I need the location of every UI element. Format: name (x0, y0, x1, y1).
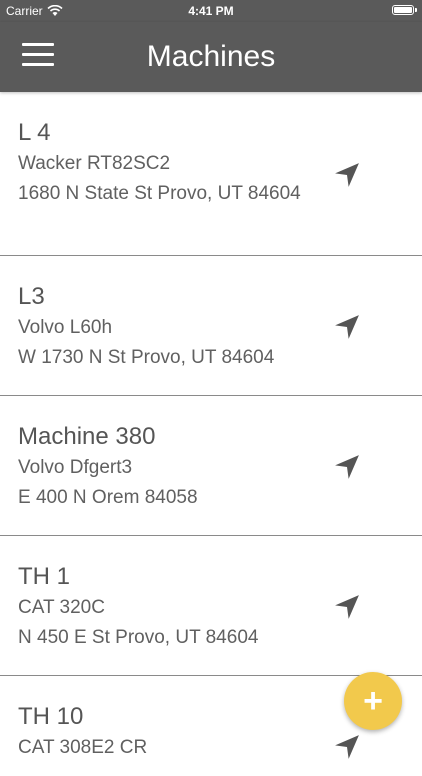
navigation-arrow-icon[interactable] (334, 594, 360, 620)
machine-name: L3 (18, 283, 45, 310)
nav-bar: Machines (0, 22, 422, 92)
machine-item[interactable]: Machine 380 Volvo Dfgert3 E 400 N Orem 8… (0, 396, 422, 536)
machine-model: CAT 320C (18, 597, 105, 618)
machine-model: Volvo L60h (18, 317, 113, 338)
machine-model: Wacker RT82SC2 (18, 153, 171, 174)
machine-name: L 4 (18, 119, 51, 146)
status-bar: Carrier 4:41 PM (0, 0, 422, 22)
battery-fill (394, 7, 412, 13)
machine-name: TH 10 (18, 703, 84, 730)
page-title: Machines (146, 40, 276, 73)
machine-model: CAT 308E2 CR (18, 737, 148, 758)
navigation-arrow-icon[interactable] (334, 454, 360, 480)
machine-address: 1680 N State St Provo, UT 84604 (18, 183, 301, 204)
machine-item[interactable]: L 4 Wacker RT82SC2 1680 N State St Provo… (0, 92, 422, 256)
machine-address: N 450 E St Provo, UT 84604 (18, 627, 259, 648)
navigation-arrow-icon[interactable] (334, 734, 360, 760)
machine-model: Volvo Dfgert3 (18, 457, 133, 478)
add-machine-button[interactable]: + (344, 672, 402, 730)
machine-item[interactable]: TH 1 CAT 320C N 450 E St Provo, UT 84604 (0, 536, 422, 676)
machine-name: Machine 380 (18, 423, 156, 450)
status-time: 4:41 PM (188, 4, 234, 18)
navigation-arrow-icon[interactable] (334, 162, 360, 188)
battery-icon (392, 5, 417, 15)
machine-address: W 1730 N St Provo, UT 84604 (18, 347, 275, 368)
battery-tip (415, 8, 417, 12)
machine-list: L 4 Wacker RT82SC2 1680 N State St Provo… (0, 92, 422, 776)
navigation-arrow-icon[interactable] (334, 314, 360, 340)
plus-icon: + (363, 682, 383, 720)
machine-name: TH 1 (18, 563, 71, 590)
machine-address: E 400 N Orem 84058 (18, 487, 198, 508)
machine-item[interactable]: L3 Volvo L60h W 1730 N St Provo, UT 8460… (0, 256, 422, 396)
